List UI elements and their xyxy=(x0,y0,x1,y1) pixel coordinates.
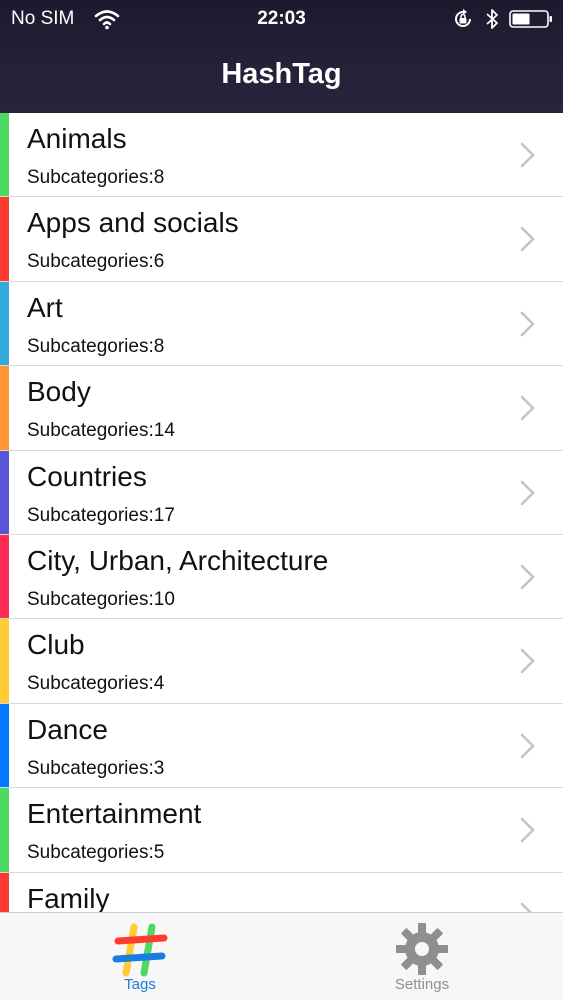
tab-settings[interactable]: Settings xyxy=(342,913,502,1000)
category-color-bar xyxy=(0,366,9,450)
category-name: Dance xyxy=(27,713,108,745)
chevron-right-icon xyxy=(520,733,535,759)
category-color-bar xyxy=(0,534,9,619)
chevron-right-icon xyxy=(520,311,535,337)
list-item[interactable]: Countries Subcategories:17 xyxy=(0,450,563,535)
category-name: Club xyxy=(27,629,85,661)
category-color-bar xyxy=(0,281,9,366)
tab-tags-label: Tags xyxy=(124,976,156,993)
chevron-right-icon xyxy=(520,227,535,252)
list-item[interactable]: Body Subcategories:14 xyxy=(0,366,563,451)
category-color-bar xyxy=(0,197,9,281)
subcategory-count: Subcategories:17 xyxy=(27,504,175,526)
list-item[interactable]: City, Urban, Architecture Subcategories:1… xyxy=(0,534,563,620)
category-name: Entertainment xyxy=(27,798,202,830)
subcategory-count: Subcategories:5 xyxy=(27,842,165,864)
category-name: Family xyxy=(27,882,110,912)
chevron-right-icon xyxy=(520,649,535,674)
subcategory-count: Subcategories:6 xyxy=(27,251,165,273)
gear-icon xyxy=(396,923,448,975)
list-item[interactable]: Animals Subcategories:8 xyxy=(0,113,563,198)
orientation-lock-icon xyxy=(455,9,471,27)
bluetooth-icon xyxy=(486,9,498,29)
chevron-right-icon xyxy=(520,902,533,912)
subcategory-count: Subcategories:4 xyxy=(27,673,165,695)
category-name: Body xyxy=(27,376,91,408)
category-color-bar xyxy=(0,113,9,197)
page-title: HashTag xyxy=(221,58,342,90)
category-name: City, Urban, Architecture xyxy=(27,544,329,576)
list-item[interactable]: Apps and socials Subcategories:6 xyxy=(0,197,563,282)
category-color-bar xyxy=(0,788,9,872)
tab-bar: Tags Settings xyxy=(0,912,563,1000)
category-color-bar xyxy=(0,619,9,703)
list-item[interactable]: Art Subcategories:8 xyxy=(0,281,563,367)
chevron-right-icon xyxy=(520,142,535,168)
list-item[interactable]: Club Subcategories:4 xyxy=(0,619,563,704)
subcategory-count: Subcategories:10 xyxy=(27,588,175,610)
chevron-right-icon xyxy=(520,564,535,590)
navigation-header: No SIM 22:03 HashTag xyxy=(0,0,563,113)
category-name: Countries xyxy=(27,460,147,492)
chevron-right-icon xyxy=(520,817,535,843)
category-name: Animals xyxy=(27,123,127,154)
category-color-bar xyxy=(0,872,9,912)
battery-icon xyxy=(509,10,552,28)
list-item[interactable]: Dance Subcategories:3 xyxy=(0,703,563,789)
category-color-bar xyxy=(0,703,9,788)
list-item[interactable]: Family xyxy=(0,872,563,912)
subcategory-count: Subcategories:14 xyxy=(27,420,175,442)
category-name: Apps and socials xyxy=(27,207,239,239)
category-name: Art xyxy=(27,291,63,323)
subcategory-count: Subcategories:8 xyxy=(27,335,165,357)
subcategory-count: Subcategories:3 xyxy=(27,757,165,779)
tab-settings-label: Settings xyxy=(394,976,450,993)
status-bar: No SIM 22:03 xyxy=(0,0,563,40)
subcategory-count: Subcategories:8 xyxy=(27,167,165,188)
clock: 22:03 xyxy=(257,8,306,29)
chevron-right-icon xyxy=(520,395,535,421)
list-item[interactable]: Entertainment Subcategories:5 xyxy=(0,788,563,873)
category-color-bar xyxy=(0,450,9,534)
category-list[interactable]: Animals Subcategories:8 Apps and socials Su… xyxy=(0,113,563,912)
chevron-right-icon xyxy=(520,480,535,505)
hashtag-icon xyxy=(112,923,168,977)
tab-tags[interactable]: Tags xyxy=(60,913,220,1000)
